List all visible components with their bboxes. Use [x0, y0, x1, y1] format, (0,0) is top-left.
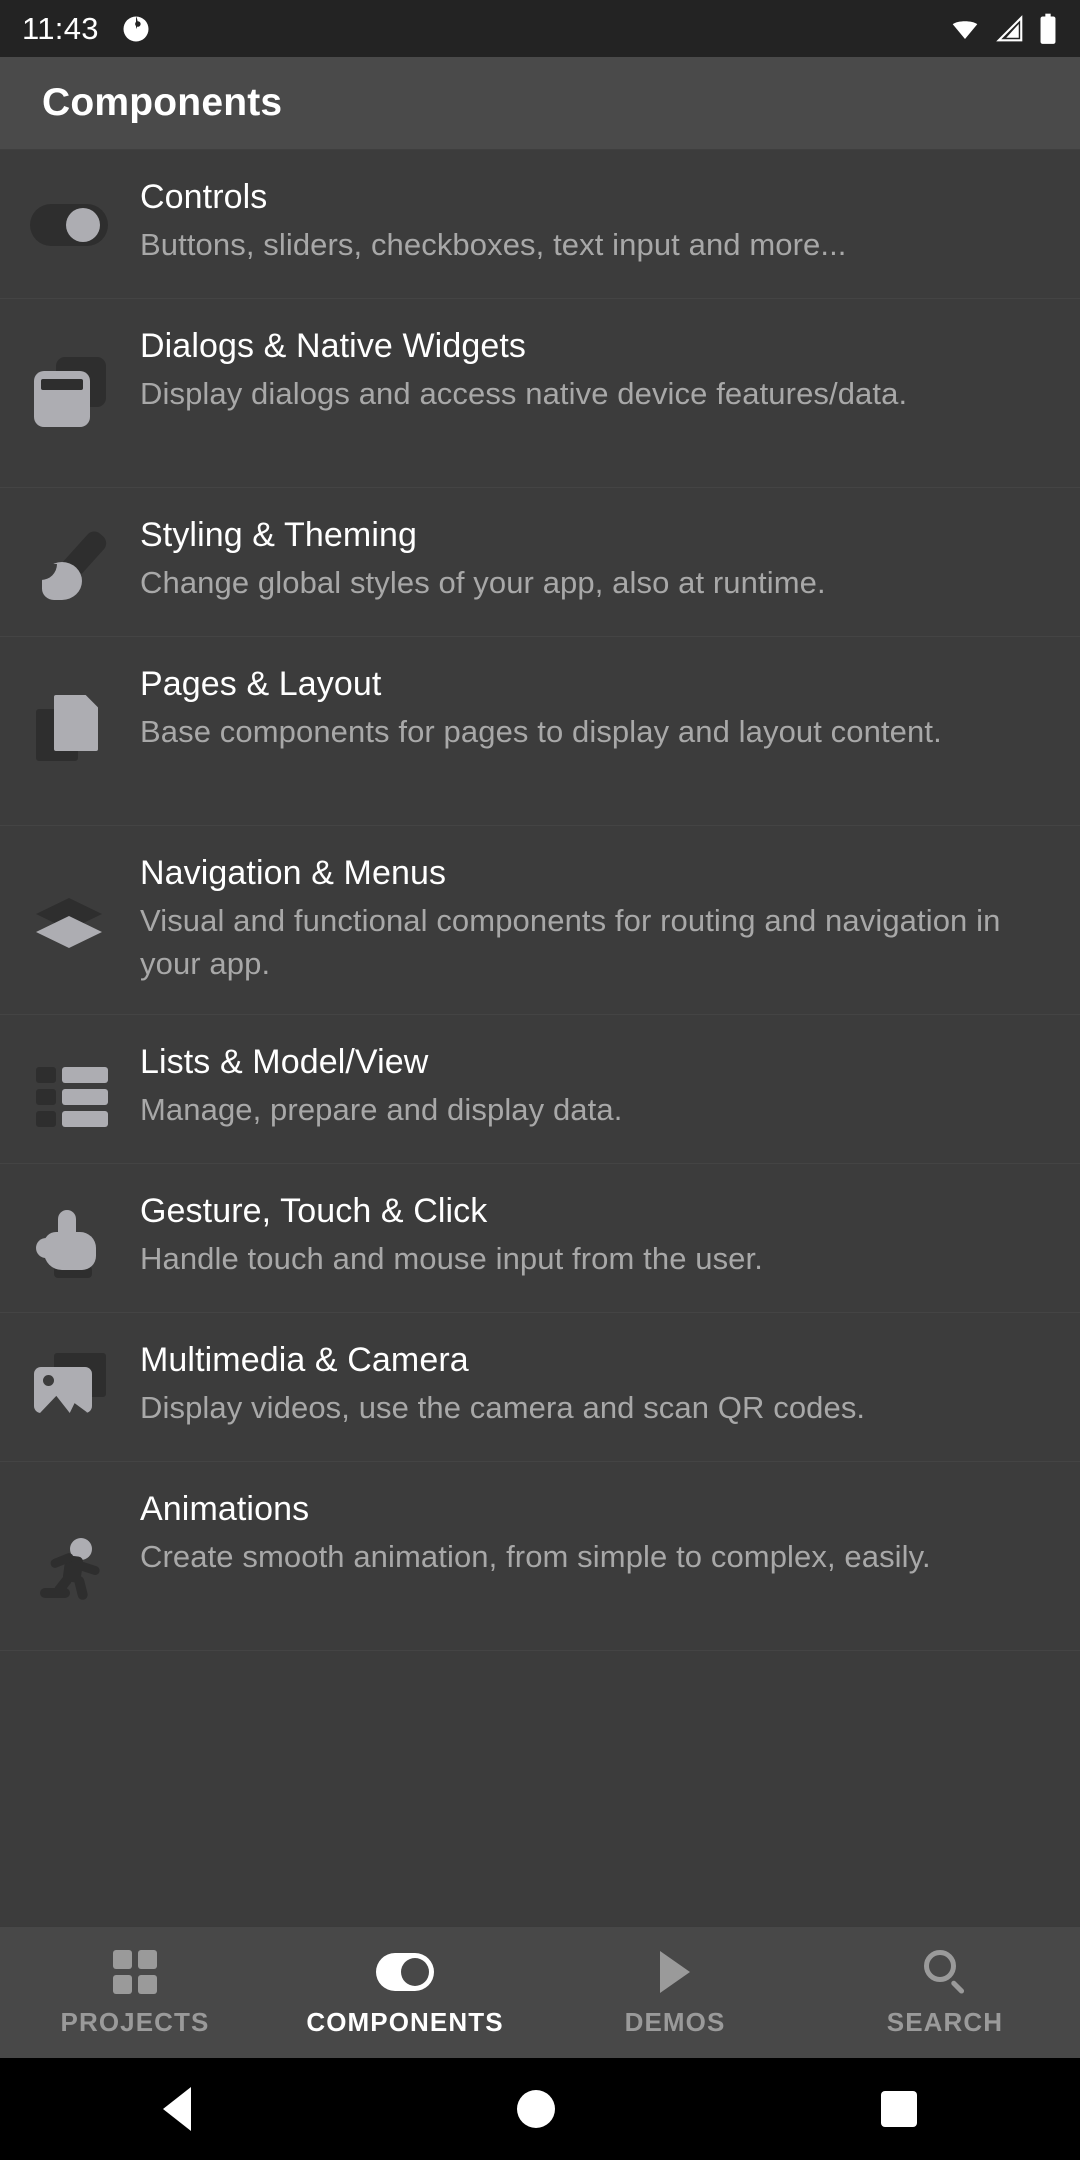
list-item-description: Change global styles of your app, also a… — [140, 565, 826, 600]
tab-projects[interactable]: PROJECTS — [0, 1927, 270, 2058]
back-triangle-icon[interactable] — [163, 2087, 191, 2131]
list-item-icon — [0, 1188, 140, 1288]
cellular-signal-icon — [996, 14, 1023, 41]
tab-demos[interactable]: DEMOS — [540, 1927, 810, 2058]
dialog-windows-icon — [28, 351, 112, 435]
list-item-title: Navigation & Menus — [140, 854, 447, 892]
pointing-hand-icon — [28, 1196, 112, 1280]
list-item-styling-theming[interactable]: Styling & Theming Change global styles o… — [0, 488, 1080, 637]
tab-label: PROJECTS — [60, 2007, 210, 2037]
list-item-title: Dialogs & Native Widgets — [140, 327, 526, 365]
list-item-title: Styling & Theming — [140, 516, 417, 554]
list-item-description: Display videos, use the camera and scan … — [140, 1390, 866, 1425]
list-item-icon — [0, 1337, 140, 1437]
tab-label: COMPONENTS — [306, 2007, 504, 2037]
status-clock: 11:43 — [22, 11, 99, 46]
tab-icon — [660, 1947, 690, 1997]
search-icon — [922, 1949, 968, 1995]
list-item-title: Lists & Model/View — [140, 1043, 429, 1081]
status-notification-area — [121, 14, 151, 44]
list-item-text: Navigation & Menus Visual and functional… — [140, 850, 1054, 985]
list-item-navigation-menus[interactable]: Navigation & Menus Visual and functional… — [0, 826, 1080, 1015]
toggle-switch-icon — [28, 182, 112, 266]
image-media-icon — [28, 1345, 112, 1429]
page-title: Components — [42, 81, 283, 124]
toggle-switch-icon — [376, 1953, 434, 1991]
battery-icon — [1040, 13, 1056, 44]
recents-square-icon[interactable] — [881, 2091, 917, 2127]
tab-label: SEARCH — [886, 2007, 1004, 2037]
status-bar: 11:43 — [0, 0, 1080, 57]
list-item-title: Pages & Layout — [140, 665, 382, 703]
list-item-text: Styling & Theming Change global styles o… — [140, 512, 1054, 604]
list-item-description: Manage, prepare and display data. — [140, 1092, 623, 1127]
list-item-lists-model-view[interactable]: Lists & Model/View Manage, prepare and d… — [0, 1015, 1080, 1164]
list-item-title: Gesture, Touch & Click — [140, 1192, 488, 1230]
list-item-icon — [0, 1039, 140, 1139]
play-icon — [660, 1951, 690, 1993]
list-item-dialogs-native-widgets[interactable]: Dialogs & Native Widgets Display dialogs… — [0, 299, 1080, 488]
layers-icon — [28, 878, 112, 962]
paintbrush-icon — [28, 520, 112, 604]
list-item-text: Dialogs & Native Widgets Display dialogs… — [140, 323, 1054, 415]
list-item-description: Display dialogs and access native device… — [140, 376, 908, 411]
tab-search[interactable]: SEARCH — [810, 1927, 1080, 2058]
running-person-icon — [28, 1514, 112, 1601]
list-item-icon — [0, 174, 140, 274]
app-notification-icon — [123, 16, 149, 41]
list-item-controls[interactable]: Controls Buttons, sliders, checkboxes, t… — [0, 150, 1080, 299]
list-item-icon — [0, 1486, 140, 1626]
grid-icon — [113, 1950, 157, 1994]
list-item-description: Create smooth animation, from simple to … — [140, 1539, 931, 1574]
list-item-text: Controls Buttons, sliders, checkboxes, t… — [140, 174, 1054, 266]
list-item-text: Pages & Layout Base components for pages… — [140, 661, 1054, 753]
tab-icon — [113, 1947, 157, 1997]
list-item-icon — [0, 850, 140, 990]
list-item-icon — [0, 661, 140, 801]
list-item-icon — [0, 512, 140, 612]
list-item-title: Multimedia & Camera — [140, 1341, 469, 1379]
list-item-text: Gesture, Touch & Click Handle touch and … — [140, 1188, 1054, 1280]
bottom-tab-bar: PROJECTS COMPONENTS DEMOS SEARCH — [0, 1926, 1080, 2058]
phone-screen: 11:43 Components Controls Buttons, slide… — [0, 0, 1080, 2160]
list-item-icon — [0, 323, 140, 463]
list-item-title: Controls — [140, 178, 268, 216]
list-item-text: Lists & Model/View Manage, prepare and d… — [140, 1039, 1054, 1131]
list-item-animations[interactable]: Animations Create smooth animation, from… — [0, 1462, 1080, 1651]
list-item-title: Animations — [140, 1490, 310, 1528]
list-item-pages-layout[interactable]: Pages & Layout Base components for pages… — [0, 637, 1080, 826]
tab-icon — [922, 1947, 968, 1997]
pages-icon — [28, 689, 112, 773]
list-item-description: Handle touch and mouse input from the us… — [140, 1241, 763, 1276]
list-item-description: Buttons, sliders, checkboxes, text input… — [140, 227, 847, 262]
app-bar: Components — [0, 57, 1080, 150]
list-item-text: Animations Create smooth animation, from… — [140, 1486, 1054, 1578]
status-system-icons — [948, 13, 1058, 45]
list-item-description: Base components for pages to display and… — [140, 714, 942, 749]
tab-icon — [376, 1947, 434, 1997]
list-item-text: Multimedia & Camera Display videos, use … — [140, 1337, 1054, 1429]
list-item-multimedia-camera[interactable]: Multimedia & Camera Display videos, use … — [0, 1313, 1080, 1462]
android-navigation-bar — [0, 2058, 1080, 2160]
wifi-icon — [952, 20, 978, 39]
list-rows-icon — [28, 1047, 112, 1131]
tab-components[interactable]: COMPONENTS — [270, 1927, 540, 2058]
home-circle-icon[interactable] — [517, 2090, 555, 2128]
list-item-gesture-touch-click[interactable]: Gesture, Touch & Click Handle touch and … — [0, 1164, 1080, 1313]
components-list[interactable]: Controls Buttons, sliders, checkboxes, t… — [0, 150, 1080, 1926]
tab-label: DEMOS — [624, 2007, 726, 2037]
list-item-description: Visual and functional components for rou… — [140, 903, 1001, 981]
